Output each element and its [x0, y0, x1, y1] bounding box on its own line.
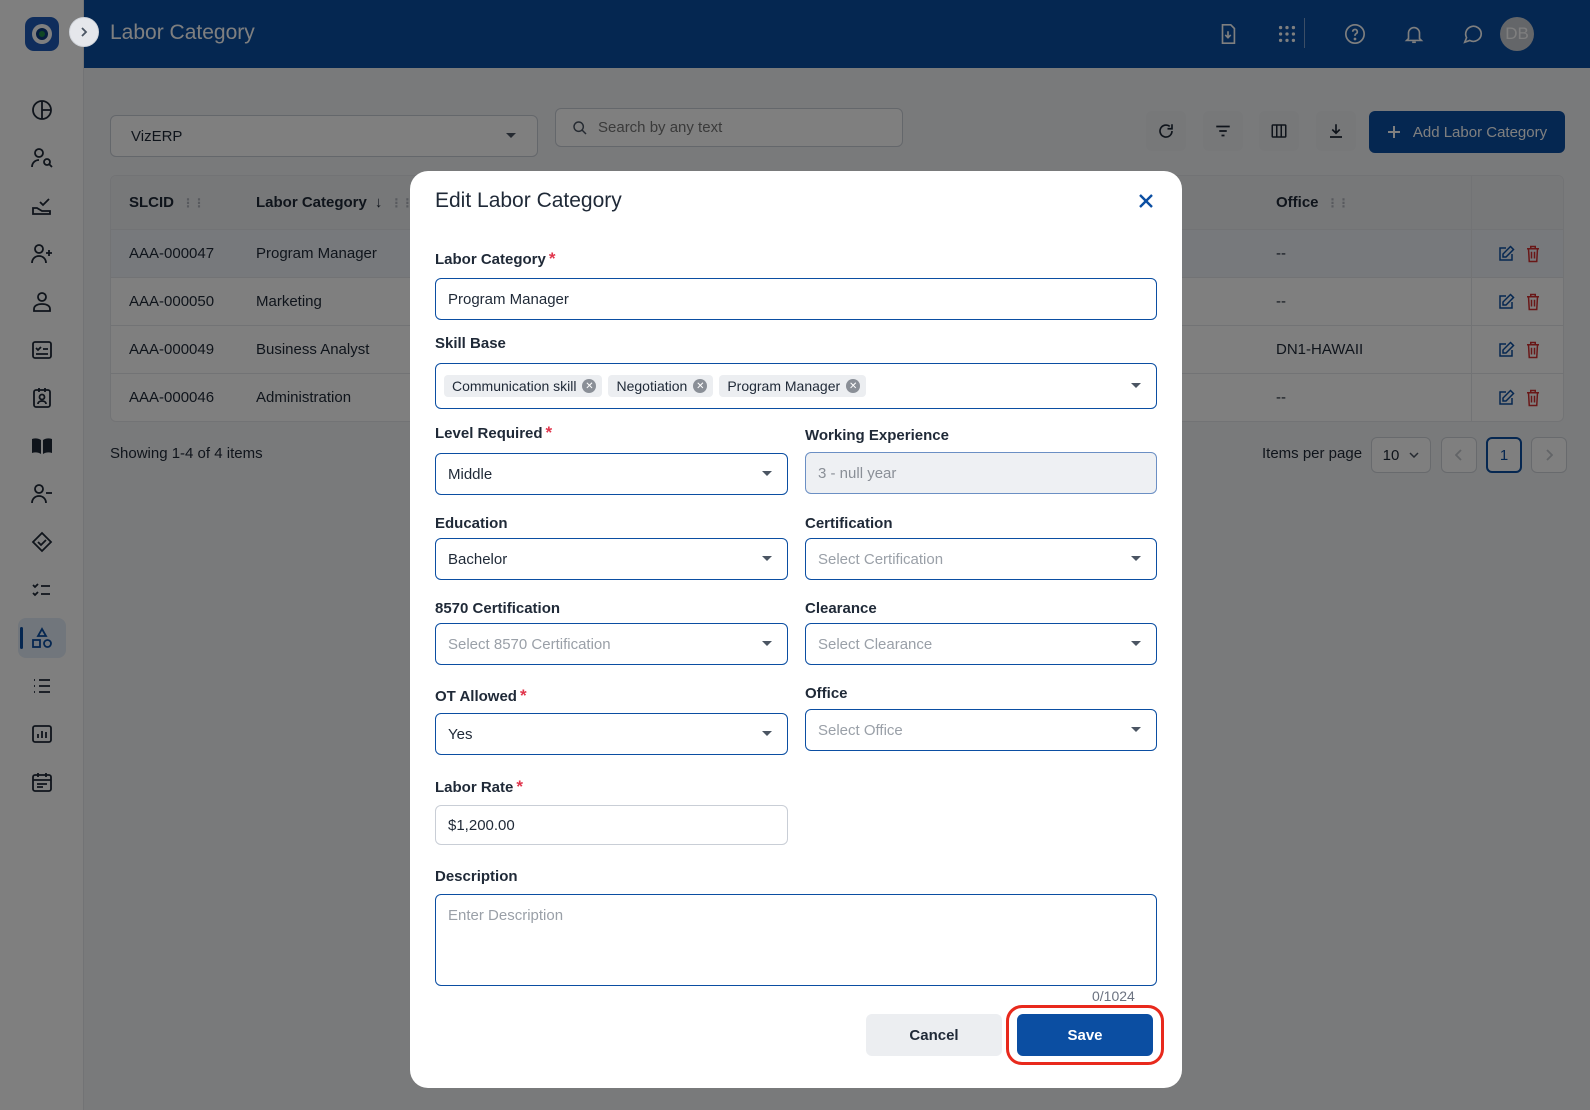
working-experience-field: 3 - null year: [805, 452, 1157, 494]
chip-label: Negotiation: [616, 378, 688, 394]
skill-chip: Program Manager ✕: [719, 375, 867, 397]
description-textarea[interactable]: [448, 907, 1142, 971]
labor-rate-input[interactable]: [448, 816, 741, 834]
level-required-label: Level Required *: [435, 423, 552, 443]
labor-rate-field[interactable]: [435, 805, 788, 845]
cancel-button[interactable]: Cancel: [866, 1014, 1002, 1056]
ot-allowed-select[interactable]: Yes: [435, 713, 788, 755]
description-label: Description: [435, 868, 518, 885]
skill-base-label: Skill Base: [435, 335, 506, 352]
chip-remove-icon[interactable]: ✕: [846, 379, 861, 393]
certification-placeholder: Select Certification: [818, 550, 944, 568]
caret-down-icon: [1131, 383, 1141, 388]
required-asterisk: *: [516, 777, 523, 796]
sidebar-collapse-button[interactable]: [69, 17, 99, 47]
caret-down-icon: [1131, 641, 1141, 646]
labor-category-label: Labor Category *: [435, 249, 555, 269]
caret-down-icon: [1131, 556, 1141, 561]
labor-rate-label: Labor Rate *: [435, 777, 523, 797]
caret-down-icon: [1131, 727, 1141, 732]
clearance-placeholder: Select Clearance: [818, 635, 933, 653]
required-asterisk: *: [519, 686, 527, 705]
certification-select[interactable]: Select Certification: [805, 538, 1157, 580]
description-field[interactable]: [435, 894, 1157, 986]
chip-label: Communication skill: [452, 378, 577, 394]
level-required-select[interactable]: Middle: [435, 453, 788, 495]
caret-down-icon: [762, 471, 772, 476]
education-select[interactable]: Bachelor: [435, 538, 788, 580]
caret-down-icon: [762, 731, 772, 736]
cert-8570-select[interactable]: Select 8570 Certification: [435, 623, 788, 665]
chip-label: Program Manager: [727, 378, 841, 394]
level-required-label-text: Level Required: [435, 425, 543, 442]
required-asterisk: *: [548, 249, 556, 268]
save-button[interactable]: Save: [1017, 1014, 1153, 1056]
labor-category-input[interactable]: [448, 290, 1073, 308]
working-experience-label: Working Experience: [805, 427, 949, 444]
working-experience-value: 3 - null year: [818, 464, 897, 482]
chip-remove-icon[interactable]: ✕: [693, 379, 708, 393]
certification-label: Certification: [805, 515, 893, 532]
required-asterisk: *: [545, 423, 553, 442]
ot-allowed-value: Yes: [448, 725, 473, 743]
labor-category-field[interactable]: [435, 278, 1157, 320]
edit-labor-category-dialog: Edit Labor Category Labor Category* Skil…: [410, 171, 1182, 1088]
ot-allowed-label: OT Allowed *: [435, 686, 527, 706]
close-button[interactable]: [1132, 187, 1160, 215]
caret-down-icon: [762, 556, 772, 561]
cert-8570-label: 8570 Certification: [435, 600, 561, 617]
clearance-select[interactable]: Select Clearance: [805, 623, 1157, 665]
close-icon: [1139, 194, 1153, 208]
skill-chip: Communication skill ✕: [444, 375, 603, 397]
office-label: Office: [805, 685, 848, 702]
chip-remove-icon[interactable]: ✕: [582, 379, 597, 393]
skill-chip: Negotiation ✕: [608, 375, 714, 397]
office-placeholder: Select Office: [818, 721, 903, 739]
labor-category-label-text: Labor Category: [435, 251, 546, 268]
dialog-title: Edit Labor Category: [435, 189, 622, 212]
labor-rate-label-text: Labor Rate: [435, 779, 514, 796]
education-value: Bachelor: [448, 550, 508, 568]
level-required-value: Middle: [448, 465, 493, 483]
cert-8570-placeholder: Select 8570 Certification: [448, 635, 611, 653]
office-select[interactable]: Select Office: [805, 709, 1157, 751]
clearance-label: Clearance: [805, 600, 877, 617]
education-label: Education: [435, 515, 508, 532]
skill-base-multiselect[interactable]: Communication skill ✕ Negotiation ✕ Progra…: [435, 363, 1157, 409]
caret-down-icon: [762, 641, 772, 646]
ot-allowed-label-text: OT Allowed: [435, 688, 517, 705]
character-counter: 0/1024: [1092, 988, 1135, 1004]
